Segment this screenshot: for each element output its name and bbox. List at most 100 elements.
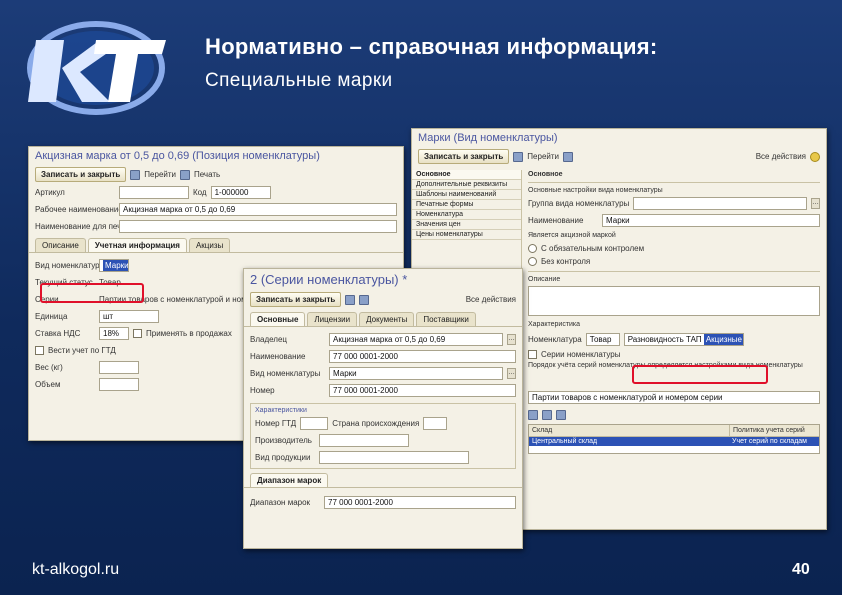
tab-documents[interactable]: Документы — [359, 312, 415, 326]
tab-description[interactable]: Описание — [35, 238, 86, 252]
radio-mandatory-label: С обязательным контролем — [541, 244, 645, 253]
owner-field[interactable]: Акцизная марка от 0,5 до 0,69 — [329, 333, 503, 346]
save-close-button[interactable]: Записать и закрыть — [250, 292, 342, 307]
characteristic-selected[interactable]: Акцизные марки — [703, 334, 743, 345]
highlight-characteristic — [632, 365, 768, 384]
print-name-label: Наименование для печати — [35, 222, 134, 231]
radio-mandatory[interactable] — [528, 244, 537, 253]
nav-item[interactable]: Шаблоны наименований — [412, 190, 521, 200]
range-field[interactable]: 77 000 0001-2000 — [324, 496, 516, 509]
radio-no-control[interactable] — [528, 257, 537, 266]
sales-label: Применять в продажах — [146, 329, 232, 338]
help-icon[interactable] — [810, 151, 820, 162]
producer-field[interactable] — [319, 434, 409, 447]
print-menu[interactable]: Печать — [194, 170, 220, 179]
tab-licenses[interactable]: Лицензии — [307, 312, 358, 326]
tab-accounting[interactable]: Учетная информация — [87, 238, 187, 252]
nav-item[interactable]: Номенклатура — [412, 210, 521, 220]
excise-text: Является акцизной маркой — [528, 232, 616, 239]
tab-excise[interactable]: Акцизы — [188, 238, 231, 252]
work-name-label: Рабочее наименование — [35, 205, 123, 214]
nav-item[interactable]: Цены номенклатуры — [412, 230, 521, 240]
code-label: Код — [193, 188, 207, 197]
country-label: Страна происхождения — [332, 419, 420, 428]
country-field[interactable] — [423, 417, 448, 430]
weight-label: Вес (кг) — [35, 363, 63, 372]
description-label: Описание — [528, 276, 561, 283]
group-field[interactable] — [633, 197, 807, 210]
name-label: Наименование — [250, 352, 306, 361]
nav-item[interactable]: Дополнительные реквизиты — [412, 180, 521, 190]
page-number: 40 — [792, 561, 810, 578]
group-label: Группа вида номенклатуры — [528, 199, 630, 208]
producer-label: Производитель — [255, 436, 312, 445]
name-label: Наименование — [528, 216, 584, 225]
series-policy-field[interactable]: Партии товаров с номенклатурой и номером… — [528, 391, 820, 404]
series-checkbox[interactable] — [528, 350, 537, 359]
more-actions-menu[interactable]: Все действия — [756, 152, 806, 161]
nav-item[interactable]: Значения цен — [412, 220, 521, 230]
volume-field[interactable] — [99, 378, 139, 391]
save-icon[interactable] — [513, 151, 524, 162]
table-cell-policy: Учет серий по складам — [732, 438, 807, 445]
save-close-button[interactable]: Записать и закрыть — [418, 149, 510, 164]
table-row[interactable]: Центральный склад Учет серий по складам — [529, 437, 819, 446]
vat-label: Ставка НДС — [35, 329, 81, 338]
copy-icon[interactable] — [359, 294, 370, 305]
add-icon[interactable] — [528, 410, 538, 420]
slide-title: Нормативно – справочная информация: — [205, 34, 658, 59]
number-field[interactable]: 77 000 0001-2000 — [329, 384, 516, 397]
description-field[interactable] — [528, 286, 820, 316]
article-field[interactable] — [119, 186, 189, 199]
vat-field[interactable]: 18% — [99, 327, 129, 340]
nomenclature-label: Номенклатура — [528, 335, 582, 344]
table-header-warehouse: Склад — [532, 427, 553, 434]
nomenclature-series-window: 2 (Серии номенклатуры) * Записать и закр… — [243, 268, 523, 549]
name-field[interactable]: 77 000 0001-2000 — [329, 350, 516, 363]
actions-menu[interactable]: Перейти — [527, 152, 559, 161]
tab-suppliers[interactable]: Поставщики — [416, 312, 476, 326]
nomenclature-field[interactable]: Товар — [585, 333, 620, 346]
select-button[interactable]: … — [811, 198, 820, 209]
print-name-field[interactable] — [119, 220, 397, 233]
unit-field[interactable]: шт — [99, 310, 159, 323]
footer-site: kt-alkogol.ru — [32, 561, 120, 578]
characteristic-section: Характеристика — [528, 321, 581, 328]
name-field[interactable]: Марки — [602, 214, 820, 227]
owner-select-button[interactable]: … — [507, 334, 516, 345]
work-name-field[interactable]: Акцизная марка от 0,5 до 0,69 — [119, 203, 397, 216]
settings-text: Основные настройки вида номенклатуры — [528, 187, 663, 194]
nav-item[interactable]: Печатные формы — [412, 200, 521, 210]
save-close-button[interactable]: Записать и закрыть — [35, 167, 127, 182]
edit-icon[interactable] — [542, 410, 552, 420]
kind-field[interactable]: Марки — [99, 259, 129, 272]
sales-checkbox[interactable] — [133, 329, 142, 338]
product-kind-field[interactable] — [319, 451, 469, 464]
radio-no-control-label: Без контроля — [541, 257, 591, 266]
actions-menu[interactable]: Перейти — [144, 170, 176, 179]
print-icon[interactable] — [180, 169, 190, 180]
kind-select-button[interactable]: … — [507, 368, 516, 379]
nav-item[interactable]: Основное — [412, 170, 521, 180]
highlight-kind — [40, 283, 144, 303]
gtd-checkbox[interactable] — [35, 346, 44, 355]
kind-field[interactable]: Марки — [329, 367, 503, 380]
gtd-field[interactable] — [300, 417, 329, 430]
window-title: Акцизная марка от 0,5 до 0,69 (Позиция н… — [35, 150, 320, 162]
tab-range[interactable]: Диапазон марок — [250, 473, 329, 487]
weight-field[interactable] — [99, 361, 139, 374]
unit-label: Единица — [35, 312, 68, 321]
attach-icon[interactable] — [563, 151, 573, 162]
save-icon[interactable] — [345, 294, 356, 305]
delete-icon[interactable] — [556, 410, 566, 420]
section-header: Основное — [528, 171, 563, 178]
product-kind-label: Вид продукции — [255, 453, 311, 462]
save-icon[interactable] — [130, 169, 141, 180]
gtd-label: Вести учет по ГТД — [48, 346, 116, 355]
series-label: Серии номенклатуры — [541, 350, 621, 359]
range-label: Диапазон марок — [250, 498, 311, 507]
tab-main[interactable]: Основные — [250, 312, 306, 326]
code-field[interactable]: 1-000000 — [210, 186, 271, 199]
more-actions-menu[interactable]: Все действия — [466, 295, 516, 304]
characteristic-field[interactable]: Разновидность ТАП Акцизные марки — [623, 333, 744, 346]
